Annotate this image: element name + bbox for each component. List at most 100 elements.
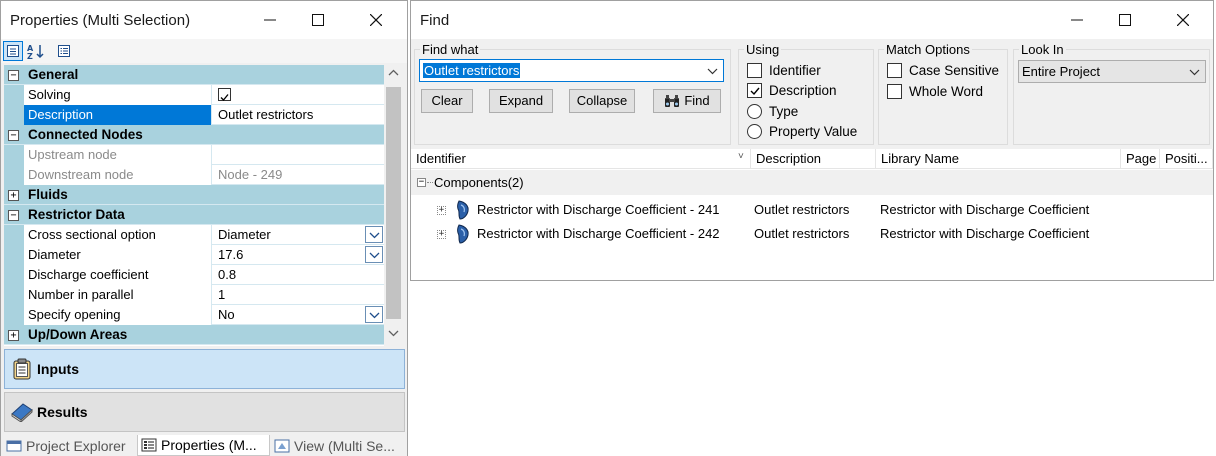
result-row[interactable]: + Restrictor with Discharge Coefficient -… (411, 222, 1213, 246)
look-in-label: Look In (1019, 42, 1066, 57)
property-name[interactable]: Description (24, 105, 212, 125)
property-row[interactable]: Solving (4, 85, 384, 105)
property-value[interactable]: Node - 249 (212, 165, 384, 185)
scrollbar-thumb[interactable] (386, 87, 401, 319)
category-label: Up/Down Areas (28, 327, 128, 342)
look-in-select[interactable]: Entire Project (1018, 60, 1206, 83)
property-name[interactable]: Downstream node (24, 165, 212, 185)
find-minimize-button[interactable] (1054, 1, 1100, 39)
property-name[interactable]: Discharge coefficient (24, 265, 212, 285)
solving-checkbox[interactable] (218, 88, 231, 102)
result-row[interactable]: + Restrictor with Discharge Coefficient -… (411, 198, 1213, 222)
using-option[interactable]: Property Value (747, 123, 857, 141)
find-button[interactable]: Find (653, 89, 721, 113)
find-maximize-button[interactable] (1102, 1, 1148, 39)
property-row[interactable]: Diameter17.6mm (4, 245, 384, 265)
category-row[interactable]: − General (4, 65, 384, 85)
minimize-button[interactable] (247, 1, 293, 39)
property-row[interactable]: Specify opening No (4, 305, 384, 325)
sort-indicator-icon: ˅ (738, 151, 744, 162)
using-radio[interactable] (747, 103, 762, 119)
bottom-tab[interactable]: View (Multi Se... (271, 435, 405, 456)
match-option[interactable]: Case Sensitive (887, 61, 999, 79)
property-row[interactable]: Discharge coefficient 0.8 (4, 265, 384, 285)
dropdown-button[interactable] (365, 246, 383, 263)
chevron-down-icon[interactable] (707, 64, 718, 78)
property-value[interactable]: 1 (212, 285, 384, 305)
category-row[interactable]: − Restrictor Data (4, 205, 384, 225)
property-value[interactable] (212, 85, 384, 105)
property-row[interactable]: Number in parallel 1 (4, 285, 384, 305)
clear-button[interactable]: Clear (421, 89, 473, 113)
match-checkbox[interactable] (887, 62, 902, 78)
using-option[interactable]: Description (747, 82, 837, 100)
using-checkbox[interactable] (747, 62, 762, 78)
property-row[interactable]: Description Outlet restrictors (4, 105, 384, 125)
using-option[interactable]: Type (747, 102, 798, 120)
property-value[interactable]: No (212, 305, 384, 325)
property-name[interactable]: Diameter (24, 245, 212, 265)
expand-toggle[interactable]: + (437, 230, 446, 239)
restrictor-icon (455, 224, 471, 244)
results-button[interactable]: Results (4, 392, 405, 432)
property-grid-scrollbar[interactable] (384, 65, 403, 346)
property-row[interactable]: Cross sectional option Diameter (4, 225, 384, 245)
property-value[interactable]: 0.8 (212, 265, 384, 285)
property-name[interactable]: Cross sectional option (24, 225, 212, 245)
property-name[interactable]: Solving (24, 85, 212, 105)
column-header[interactable]: Identifier (411, 149, 751, 169)
result-identifier: Restrictor with Discharge Coefficient - … (477, 226, 720, 241)
inputs-button[interactable]: Inputs (4, 349, 405, 389)
maximize-button[interactable] (295, 1, 341, 39)
using-option[interactable]: Identifier (747, 61, 821, 79)
property-value[interactable]: Diameter (212, 225, 384, 245)
column-header[interactable]: Library Name (876, 149, 1121, 169)
category-row[interactable]: + Fluids (4, 185, 384, 205)
bottom-tab[interactable]: Properties (M... (137, 435, 270, 456)
find-what-value: Outlet restrictors (423, 63, 521, 78)
property-pages-button[interactable] (54, 41, 74, 61)
expand-toggle[interactable]: + (8, 330, 19, 341)
properties-panel: Properties (Multi Selection) AZ − General… (0, 0, 408, 456)
column-header[interactable]: Positi... (1160, 149, 1213, 169)
maximize-icon (1119, 14, 1131, 26)
dropdown-button[interactable] (365, 226, 383, 243)
collapse-toggle[interactable]: − (417, 178, 426, 187)
match-checkbox[interactable] (887, 84, 902, 99)
using-checkbox[interactable] (747, 83, 762, 98)
property-name[interactable]: Specify opening (24, 305, 212, 325)
match-option[interactable]: Whole Word (887, 83, 983, 101)
expand-toggle[interactable]: + (437, 206, 446, 215)
expand-toggle[interactable]: − (8, 70, 19, 81)
find-close-button[interactable] (1160, 1, 1206, 39)
expand-toggle[interactable]: + (8, 190, 19, 201)
close-button[interactable] (353, 1, 399, 39)
collapse-button[interactable]: Collapse (569, 89, 635, 113)
expand-toggle[interactable]: − (8, 130, 19, 141)
property-name[interactable]: Number in parallel (24, 285, 212, 305)
property-row[interactable]: Downstream node Node - 249 (4, 165, 384, 185)
results-group[interactable]: − Components(2) (411, 170, 1213, 195)
property-value[interactable]: 17.6mm (212, 245, 384, 265)
bottom-tab[interactable]: Project Explorer (3, 435, 136, 456)
property-name[interactable]: Upstream node (24, 145, 212, 165)
alphabetical-button[interactable]: AZ (26, 41, 46, 61)
column-header[interactable]: Description (751, 149, 876, 169)
category-row[interactable]: − Connected Nodes (4, 125, 384, 145)
chevron-down-icon[interactable] (1189, 65, 1200, 79)
scroll-up-icon[interactable] (388, 69, 399, 77)
property-value[interactable] (212, 145, 384, 165)
properties-icon (141, 438, 157, 452)
category-row[interactable]: + Up/Down Areas (4, 325, 384, 345)
property-value[interactable]: Outlet restrictors (212, 105, 384, 125)
column-header[interactable]: Page (1121, 149, 1160, 169)
expand-toggle[interactable]: − (8, 210, 19, 221)
expand-button[interactable]: Expand (489, 89, 553, 113)
scroll-down-icon[interactable] (388, 329, 399, 337)
property-row[interactable]: Upstream node (4, 145, 384, 165)
minimize-icon (264, 19, 276, 21)
find-what-input[interactable]: Outlet restrictors (419, 59, 724, 82)
categorized-button[interactable] (3, 41, 23, 61)
dropdown-button[interactable] (365, 306, 383, 323)
using-radio[interactable] (747, 124, 762, 139)
